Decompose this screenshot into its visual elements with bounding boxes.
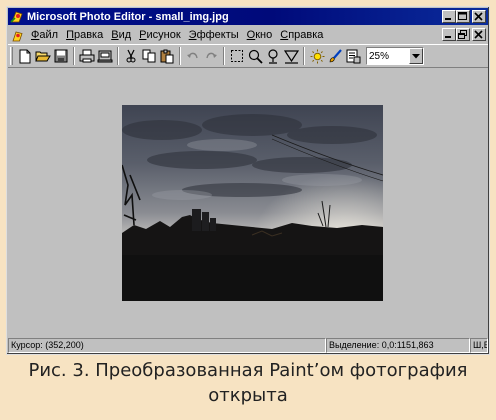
toolbar-separator (117, 47, 119, 65)
toolbar-separator (73, 47, 75, 65)
close-icon (474, 30, 483, 39)
maximize-button[interactable] (456, 10, 470, 23)
new-icon[interactable] (17, 48, 33, 64)
menu-file[interactable]: Файл (27, 29, 62, 41)
pointer-icon[interactable] (265, 48, 281, 64)
doc-restore-button[interactable] (456, 28, 470, 41)
save-icon[interactable] (53, 48, 69, 64)
app-icon (10, 10, 24, 23)
copy-icon[interactable] (141, 48, 157, 64)
toolbar-separator (223, 47, 225, 65)
minimize-icon (445, 18, 451, 20)
menu-help[interactable]: Справка (276, 29, 327, 41)
toolbar-separator (179, 47, 181, 65)
scan-icon[interactable] (97, 48, 113, 64)
select-icon[interactable] (229, 48, 245, 64)
status-extra: Ш,В (470, 338, 488, 353)
toolbar-separator (303, 47, 305, 65)
chevron-down-icon (412, 53, 420, 58)
undo-icon[interactable] (185, 48, 201, 64)
maximize-icon (458, 12, 467, 20)
menu-view[interactable]: Вид (107, 29, 135, 41)
menu-effects[interactable]: Эффекты (185, 29, 243, 41)
close-icon (474, 12, 483, 21)
menu-edit[interactable]: Правка (62, 29, 107, 41)
minimize-icon (445, 36, 451, 38)
toolbar-grip[interactable] (10, 47, 13, 65)
zoom-value: 25% (369, 50, 390, 62)
photo-editor-window: Microsoft Photo Editor - small_img.jpg Ф… (6, 6, 490, 355)
zoom-combobox[interactable]: 25% (366, 47, 424, 65)
minimize-button[interactable] (442, 10, 456, 23)
figure-caption: Рис. 3. Преобразованная Paint’ом фотогра… (0, 358, 496, 408)
title-bar[interactable]: Microsoft Photo Editor - small_img.jpg (8, 8, 488, 25)
open-icon[interactable] (35, 48, 51, 64)
status-cursor: Курсор: (352,200) (8, 338, 326, 353)
caption-line-1: Рис. 3. Преобразованная Paint’ом фотогра… (28, 360, 468, 381)
restore-icon (458, 30, 467, 39)
menu-image[interactable]: Рисунок (135, 29, 185, 41)
redo-icon[interactable] (203, 48, 219, 64)
print-icon[interactable] (79, 48, 95, 64)
document-icon[interactable] (11, 29, 24, 41)
paste-icon[interactable] (159, 48, 175, 64)
caption-line-2: открыта (208, 385, 288, 406)
toolbar: 25% (8, 44, 488, 68)
properties-icon[interactable] (345, 48, 361, 64)
zoom-icon[interactable] (247, 48, 263, 64)
status-bar: Курсор: (352,200) Выделение: 0,0:1151,86… (8, 338, 488, 354)
close-button[interactable] (472, 10, 486, 23)
zoom-dropdown-button[interactable] (409, 48, 423, 64)
crop-icon[interactable] (283, 48, 299, 64)
doc-minimize-button[interactable] (442, 28, 456, 41)
cut-icon[interactable] (123, 48, 139, 64)
doc-close-button[interactable] (472, 28, 486, 41)
menu-bar: Файл Правка Вид Рисунок Эффекты Окно Спр… (8, 26, 488, 43)
photo-image[interactable] (122, 105, 383, 301)
document-area[interactable] (8, 69, 488, 337)
paint-icon[interactable] (327, 48, 343, 64)
menu-window[interactable]: Окно (243, 29, 277, 41)
brightness-icon[interactable] (309, 48, 325, 64)
status-selection: Выделение: 0,0:1151,863 (326, 338, 470, 353)
window-title: Microsoft Photo Editor - small_img.jpg (27, 10, 229, 23)
